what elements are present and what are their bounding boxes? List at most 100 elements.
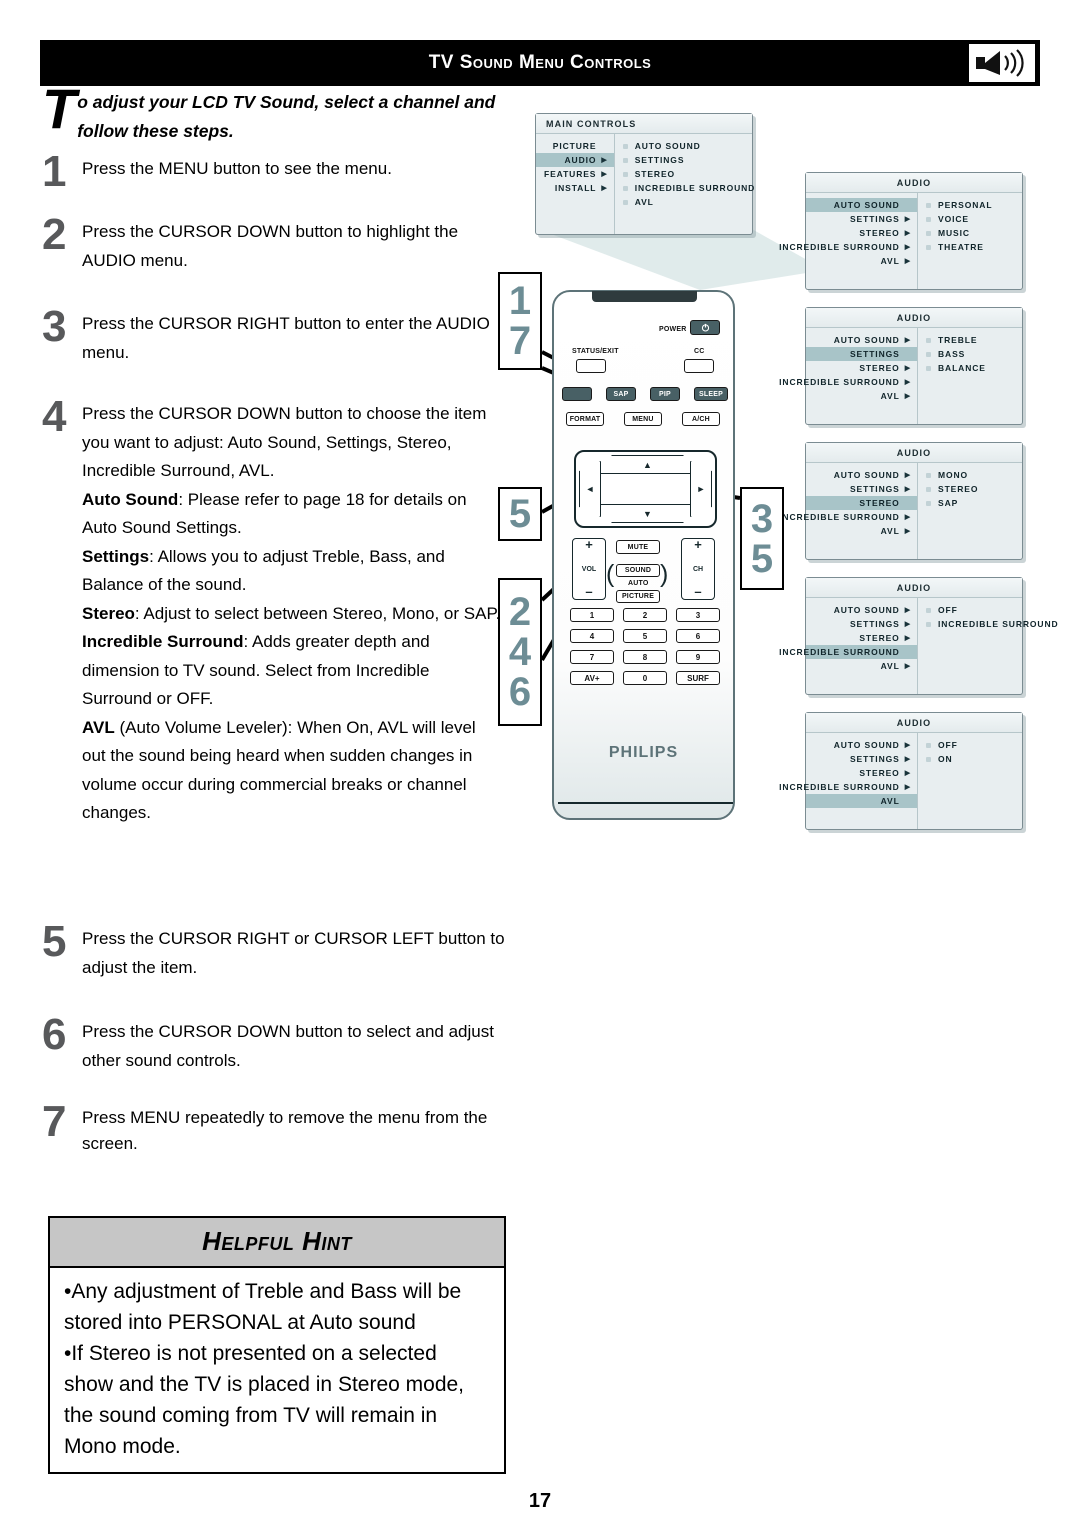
osd-option-item[interactable]: STEREO [926, 482, 1022, 496]
osd-menu-item[interactable]: AVL▶ [806, 389, 917, 403]
menu-button[interactable]: MENU [624, 412, 662, 426]
channel-up-icon[interactable]: + [682, 537, 714, 552]
volume-rocker[interactable]: + VOL – [572, 537, 606, 600]
osd-menu-item[interactable]: STEREO▶ [806, 361, 917, 375]
osd-menu-item-label: AUDIO [564, 155, 597, 165]
osd-menu-item[interactable]: AVL▶ [806, 659, 917, 673]
osd-option-item[interactable]: THEATRE [926, 240, 1022, 254]
osd-menu-item[interactable]: AVL▶ [806, 794, 917, 808]
keypad-key-3[interactable]: 3 [676, 608, 720, 622]
volume-down-icon[interactable]: – [573, 584, 605, 599]
osd-option-item[interactable]: PERSONAL [926, 198, 1022, 212]
osd-menu-item[interactable]: INCREDIBLE SURROUND▶ [779, 240, 917, 254]
keypad-key-9[interactable]: 9 [676, 650, 720, 664]
step-number: 1 [42, 147, 67, 196]
ir-window [592, 291, 697, 302]
osd-left-column: PICTURE▶ AUDIO ▶ FEATURES ▶ INSTALL ▶ [536, 134, 615, 234]
ach-button[interactable]: A/CH [682, 412, 720, 426]
sap-button[interactable]: SAP [606, 387, 636, 401]
osd-option-item[interactable]: MUSIC [926, 226, 1022, 240]
osd-menu-item[interactable]: STEREO▶ [806, 631, 917, 645]
surround-button[interactable] [562, 387, 592, 401]
osd-menu-item[interactable]: PICTURE▶ [536, 139, 614, 153]
osd-menu-item[interactable]: AVL ▶ [806, 254, 917, 268]
definition-auto-sound: Auto Sound: Please refer to page 18 for … [82, 486, 502, 543]
option-bullet-icon [926, 607, 931, 613]
osd-option-item[interactable]: VOICE [926, 212, 1022, 226]
osd-option-item[interactable]: INCREDIBLE SURROUND [926, 617, 1059, 631]
osd-menu-item[interactable]: AUTO SOUND▶ [806, 603, 917, 617]
osd-option-item[interactable]: AUTO SOUND [622, 139, 756, 153]
osd-menu-item[interactable]: INCREDIBLE SURROUND▶ [779, 780, 917, 794]
keypad-key-surf[interactable]: SURF [676, 671, 720, 685]
osd-menu-item[interactable]: INCREDIBLE SURROUND▶ [779, 375, 917, 389]
osd-menu-item[interactable]: SETTINGS▶ [806, 347, 917, 361]
sleep-button[interactable]: SLEEP [694, 387, 728, 401]
osd-option-item[interactable]: STEREO [622, 167, 756, 181]
osd-menu-item[interactable]: SETTINGS▶ [806, 482, 917, 496]
osd-menu-item-label: AVL [880, 256, 900, 266]
osd-menu-item[interactable]: AVL▶ [806, 524, 917, 538]
keypad-key-2[interactable]: 2 [623, 608, 667, 622]
osd-option-item[interactable]: AVL [622, 195, 756, 209]
keypad-key-0[interactable]: 0 [623, 671, 667, 685]
keypad-key-8[interactable]: 8 [623, 650, 667, 664]
osd-option-item[interactable]: BALANCE [926, 361, 1022, 375]
osd-menu-item[interactable]: AUTO SOUND▶ [806, 738, 917, 752]
chevron-right-icon: ▶ [904, 621, 911, 628]
cc-button[interactable] [684, 359, 714, 373]
osd-menu-item[interactable]: AUDIO ▶ [536, 153, 614, 167]
format-button[interactable]: FORMAT [566, 412, 604, 426]
osd-option-item[interactable]: OFF [926, 603, 1059, 617]
keypad-key-5[interactable]: 5 [623, 629, 667, 643]
osd-option-item[interactable]: SAP [926, 496, 1022, 510]
cursor-down-button[interactable]: ▼ [598, 504, 697, 523]
mute-button[interactable]: MUTE [616, 540, 660, 554]
osd-menu-item[interactable]: AUTO SOUND▶ [806, 198, 917, 212]
cursor-left-button[interactable]: ◄ [579, 461, 601, 517]
osd-option-item[interactable]: TREBLE [926, 333, 1022, 347]
osd-menu-item[interactable]: FEATURES ▶ [536, 167, 614, 181]
osd-menu-item[interactable]: SETTINGS▶ [806, 617, 917, 631]
osd-menu-item[interactable]: AUTO SOUND▶ [806, 468, 917, 482]
osd-option-item[interactable]: OFF [926, 738, 1022, 752]
osd-option-item[interactable]: ON [926, 752, 1022, 766]
power-button[interactable] [690, 320, 720, 335]
channel-rocker[interactable]: + CH – [681, 537, 715, 600]
keypad-row: 123 [570, 608, 720, 622]
osd-option-item[interactable]: BASS [926, 347, 1022, 361]
osd-menu-item[interactable]: STEREO▶ [806, 766, 917, 780]
osd-menu-item[interactable]: SETTINGS▶ [806, 752, 917, 766]
osd-menu-item[interactable]: STEREO▶ [806, 226, 917, 240]
picture-button[interactable]: PICTURE [616, 590, 660, 603]
osd-option-label: ON [938, 754, 953, 764]
keypad-key-6[interactable]: 6 [676, 629, 720, 643]
osd-menu-item[interactable]: INSTALL ▶ [536, 181, 614, 195]
volume-up-icon[interactable]: + [573, 537, 605, 552]
osd-menu-item[interactable]: INCREDIBLE SURROUND▶ [779, 645, 917, 659]
cursor-up-button[interactable]: ▲ [598, 455, 697, 474]
osd-option-item[interactable]: INCREDIBLE SURROUND [622, 181, 756, 195]
sound-button[interactable]: SOUND [616, 564, 660, 577]
osd-option-item[interactable]: MONO [926, 468, 1022, 482]
status-exit-button[interactable] [576, 359, 606, 373]
keypad-key-1[interactable]: 1 [570, 608, 614, 622]
chevron-right-icon: ▶ [904, 472, 911, 479]
keypad-key-avplus[interactable]: AV+ [570, 671, 614, 685]
hint-item: •Any adjustment of Treble and Bass will … [64, 1280, 462, 1334]
osd-menu-item[interactable]: STEREO▶ [806, 496, 917, 510]
osd-menu-item[interactable]: SETTINGS▶ [806, 212, 917, 226]
pip-button[interactable]: PIP [650, 387, 680, 401]
osd-option-item[interactable]: SETTINGS [622, 153, 756, 167]
chevron-right-icon: ▶ [904, 258, 911, 265]
step-text: Press the CURSOR RIGHT or CURSOR LEFT bu… [82, 929, 505, 977]
cursor-right-button[interactable]: ► [690, 461, 712, 517]
osd-menu-item[interactable]: AUTO SOUND▶ [806, 333, 917, 347]
osd-menu-item[interactable]: INCREDIBLE SURROUND▶ [779, 510, 917, 524]
step-text: Press the MENU button to see the menu. [82, 159, 392, 178]
step-number: 2 [42, 210, 67, 259]
keypad-key-4[interactable]: 4 [570, 629, 614, 643]
channel-down-icon[interactable]: – [682, 584, 714, 599]
osd-option-label: MONO [938, 470, 969, 480]
keypad-key-7[interactable]: 7 [570, 650, 614, 664]
